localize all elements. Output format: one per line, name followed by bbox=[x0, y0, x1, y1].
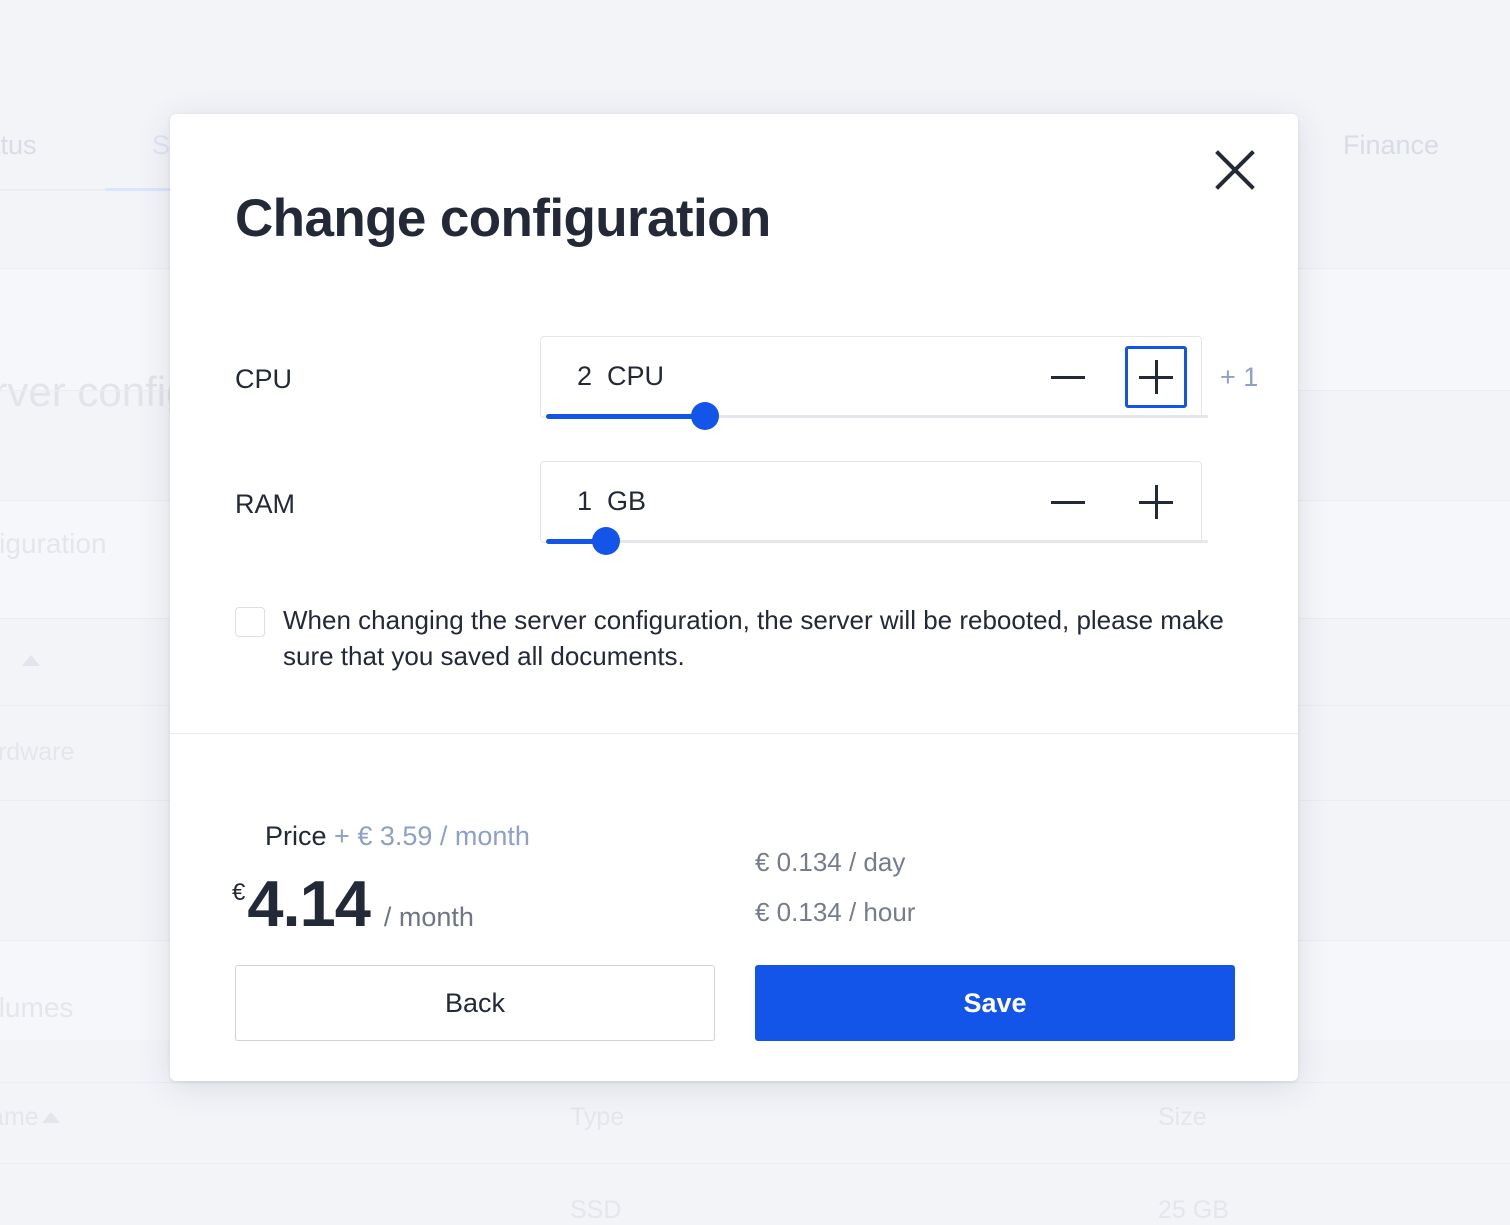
config-row-cpu: CPU 2 CPU + 1 bbox=[235, 336, 1235, 418]
bg-divider bbox=[0, 1082, 1510, 1083]
ram-stepper: 1 GB bbox=[540, 461, 1202, 543]
config-row-ram: RAM 1 GB bbox=[235, 461, 1235, 543]
bg-divider bbox=[0, 1163, 1510, 1164]
ram-value: 1 GB bbox=[577, 486, 646, 517]
bg-volumes-heading: Volumes bbox=[0, 992, 73, 1024]
price-label: Price bbox=[265, 821, 327, 851]
bg-table-col-type[interactable]: Type bbox=[570, 1103, 624, 1132]
bg-tab-finance[interactable]: Finance bbox=[1343, 130, 1439, 161]
price-delta: + € 3.59 / month bbox=[334, 821, 530, 851]
bg-text-hardware: Hardware bbox=[0, 738, 74, 767]
cpu-slider-thumb[interactable] bbox=[691, 402, 719, 430]
minus-icon bbox=[1051, 485, 1085, 519]
ram-slider[interactable] bbox=[546, 538, 1208, 546]
plus-icon bbox=[1139, 360, 1173, 394]
cpu-stepper: 2 CPU bbox=[540, 336, 1202, 418]
price-rate-hour: € 0.134 / hour bbox=[755, 897, 915, 928]
cpu-slider[interactable] bbox=[546, 413, 1208, 421]
price-period: / month bbox=[384, 902, 474, 933]
bg-section-subheading: Configuration bbox=[0, 528, 107, 560]
dialog-actions: Back Save bbox=[235, 965, 1235, 1041]
ram-decrement-button[interactable] bbox=[1037, 471, 1099, 533]
dialog-title: Change configuration bbox=[235, 188, 771, 249]
bg-table-col-name[interactable]: Name bbox=[0, 1103, 39, 1132]
cpu-delta-badge: + 1 bbox=[1220, 362, 1258, 393]
bg-table-cell-type: SSD bbox=[570, 1196, 621, 1225]
ram-increment-button[interactable] bbox=[1125, 471, 1187, 533]
price-rate-day: € 0.134 / day bbox=[755, 847, 905, 878]
bg-table-col-size[interactable]: Size bbox=[1158, 1103, 1207, 1132]
cpu-value: 2 CPU bbox=[577, 361, 664, 392]
bg-sort-arrow-up-icon bbox=[22, 655, 40, 666]
bg-table-cell-size: 25 GB bbox=[1158, 1196, 1229, 1225]
bg-table-sort-arrow-icon bbox=[42, 1112, 60, 1123]
ram-slider-track bbox=[546, 540, 1208, 543]
ram-label: RAM bbox=[235, 489, 295, 520]
cpu-decrement-button[interactable] bbox=[1037, 346, 1099, 408]
close-button[interactable] bbox=[1205, 140, 1265, 200]
ram-slider-thumb[interactable] bbox=[592, 527, 620, 555]
change-configuration-dialog: Change configuration CPU 2 CPU + 1 RAM 1… bbox=[170, 114, 1298, 1081]
close-icon bbox=[1213, 148, 1257, 192]
bg-tab-status[interactable]: Status bbox=[0, 130, 37, 161]
back-button[interactable]: Back bbox=[235, 965, 715, 1041]
price-amount: 4.14 bbox=[247, 866, 370, 941]
reboot-note-text: When changing the server configuration, … bbox=[283, 602, 1225, 674]
dialog-divider bbox=[170, 733, 1298, 734]
cpu-increment-button[interactable] bbox=[1125, 346, 1187, 408]
cpu-label: CPU bbox=[235, 364, 292, 395]
cpu-slider-fill bbox=[546, 414, 705, 419]
reboot-acknowledge-checkbox[interactable] bbox=[235, 607, 265, 637]
minus-icon bbox=[1051, 360, 1085, 394]
price-total: € 4.14 / month bbox=[232, 866, 474, 941]
price-currency: € bbox=[232, 879, 245, 907]
save-button[interactable]: Save bbox=[755, 965, 1235, 1041]
plus-icon bbox=[1139, 485, 1173, 519]
reboot-note: When changing the server configuration, … bbox=[235, 602, 1225, 674]
